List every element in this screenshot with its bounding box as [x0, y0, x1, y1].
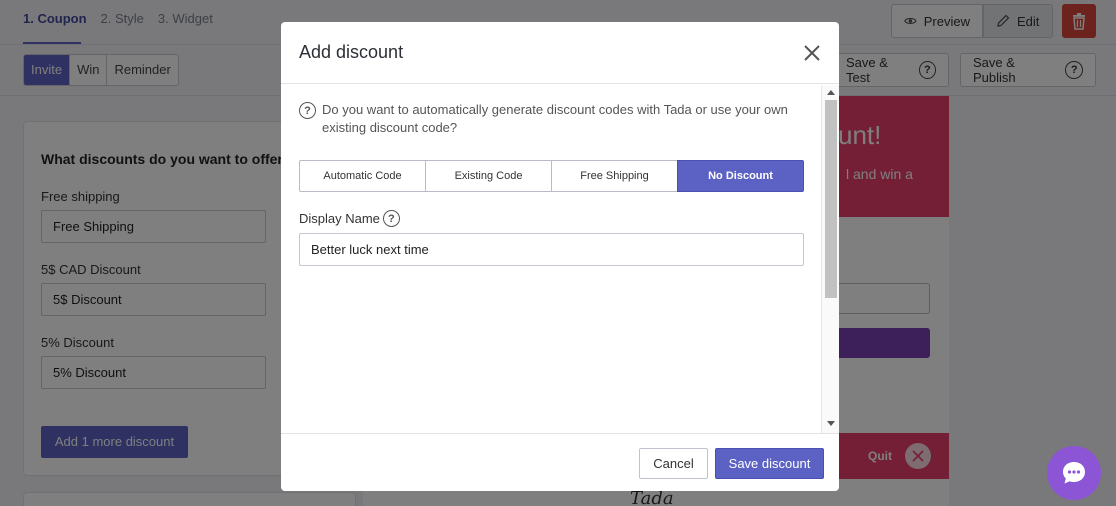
display-name-label: Display Name [299, 211, 380, 226]
dialog-scrollbar[interactable] [821, 85, 839, 433]
help-icon[interactable]: ? [382, 210, 400, 227]
display-name-label-row: Display Name ? [299, 210, 400, 227]
dialog-footer: Cancel Save discount [281, 433, 839, 491]
option-automatic-code[interactable]: Automatic Code [299, 160, 426, 192]
add-discount-dialog: Add discount ? Do you want to automatica… [281, 22, 839, 491]
dialog-header: Add discount [281, 22, 839, 84]
option-free-shipping[interactable]: Free Shipping [551, 160, 678, 192]
chat-launcher[interactable] [1047, 446, 1101, 500]
option-existing-code[interactable]: Existing Code [425, 160, 552, 192]
option-no-discount[interactable]: No Discount [677, 160, 804, 192]
discount-type-selector: Automatic Code Existing Code Free Shippi… [299, 160, 804, 192]
scroll-up-arrow-icon[interactable] [827, 90, 835, 95]
scroll-thumb[interactable] [825, 100, 837, 298]
save-discount-button[interactable]: Save discount [715, 448, 824, 479]
question-text: Do you want to automatically generate di… [322, 102, 788, 135]
close-icon[interactable] [801, 42, 823, 64]
cancel-button[interactable]: Cancel [639, 448, 708, 479]
chat-icon [1063, 462, 1085, 484]
scroll-down-arrow-icon[interactable] [827, 421, 835, 426]
help-icon: ? [299, 102, 316, 119]
display-name-field[interactable]: Better luck next time [299, 233, 804, 266]
dialog-body: ? Do you want to automatically generate … [281, 85, 821, 433]
dialog-title: Add discount [299, 42, 404, 62]
discount-question: ? Do you want to automatically generate … [299, 101, 789, 137]
